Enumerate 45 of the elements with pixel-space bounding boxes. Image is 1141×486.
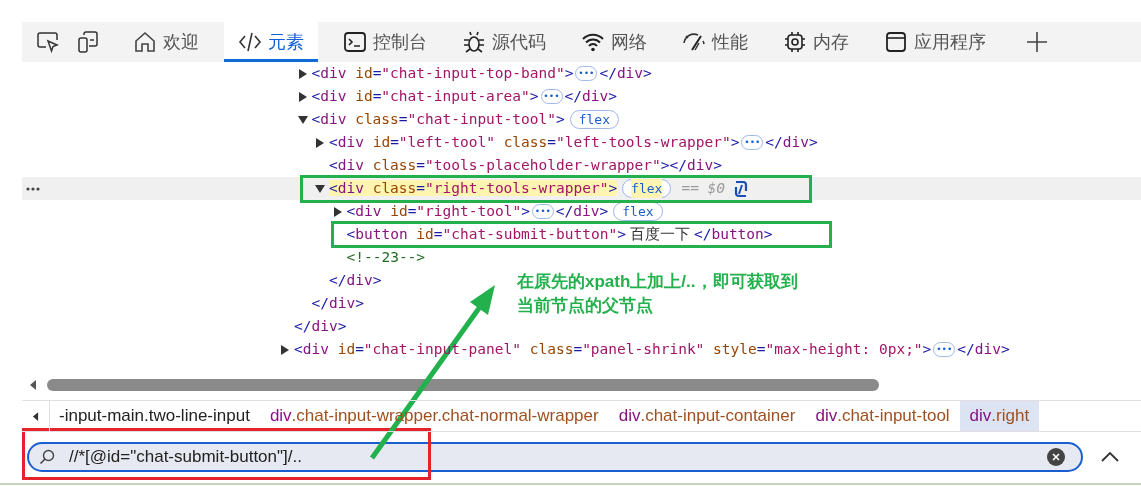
tree-row[interactable]: <div class="right-tools-wrapper"> flex == $0 [22,177,1141,200]
tab[interactable]: 应用程序 [874,22,996,62]
html-tag: </div> [329,269,382,292]
html-tag: </div> [957,338,1010,361]
html-tag: <div id="right-tool"> [346,200,530,223]
tree-row[interactable]: <div id="left-tool" class="left-tools-wrapper"> ••• </div> [22,131,1141,154]
tab[interactable]: 网络 [571,22,657,62]
element-text: 百度一下 [628,224,691,244]
html-tag: <div id="chat-input-top-band"> [311,62,574,85]
html-tag: <div id="left-tool" class="left-tools-wrapper"> [329,131,740,154]
html-tag: </div> [311,292,364,315]
html-tag: </div> [294,315,347,338]
tab[interactable]: 内存 [773,22,859,62]
breadcrumb[interactable]: div.right [959,401,1040,431]
html-tag: </div> [599,62,652,85]
tree-row[interactable]: <div id="chat-input-area"> ••• </div> [22,85,1141,108]
html-tag: </div> [555,200,609,223]
tab[interactable]: 源代码 [452,22,556,62]
html-tag: </div> [564,85,617,108]
annotation-text: 在原先的xpath上加上/..，即可获取到 [517,271,798,293]
tree-row[interactable]: <div class="chat-input-tool"> flex [22,108,1141,131]
tab[interactable]: 性能 [672,22,758,62]
html-tag: </div> [765,131,818,154]
tree-row[interactable]: <button id="chat-submit-button"> 百度一下 </button> [22,223,1141,246]
tree-row[interactable]: <div id="right-tool"> ••• </div> flex [22,200,1141,223]
tree-row[interactable]: <!--23--> [22,246,1141,269]
tab[interactable]: 元素 [224,22,318,62]
html-comment: <!--23--> [346,247,426,267]
html-tag: <div class="tools-placeholder-wrapper"></div> [329,154,722,177]
breadcrumb[interactable]: div.chat-input-tool [805,401,960,431]
tab[interactable]: 控制台 [333,22,437,62]
breadcrumb[interactable]: -input-main.two-line-input [50,401,260,431]
annotation-text: 当前节点的父节点 [517,295,654,317]
html-tag: </button> [693,223,773,246]
html-tag: <button id="chat-submit-button"> [346,223,626,246]
html-tag: <div class="chat-input-tool"> [311,108,565,131]
html-tag: <div class="right-tools-wrapper"> [329,177,618,200]
tree-row[interactable]: <div class="tools-placeholder-wrapper"></div> [22,154,1141,177]
flex-badge[interactable]: flex [622,179,672,198]
breadcrumb[interactable]: div.chat-input-container [608,401,806,431]
search-field[interactable]: //*[@id="chat-submit-button"]/.. [27,442,1083,472]
selected-ref: == $0 [681,178,726,198]
tree-row[interactable]: <div id="chat-input-top-band"> ••• </div> [22,62,1141,85]
tab[interactable]: 欢迎 [123,22,209,62]
html-tag: <div id="chat-input-area"> [311,85,539,108]
